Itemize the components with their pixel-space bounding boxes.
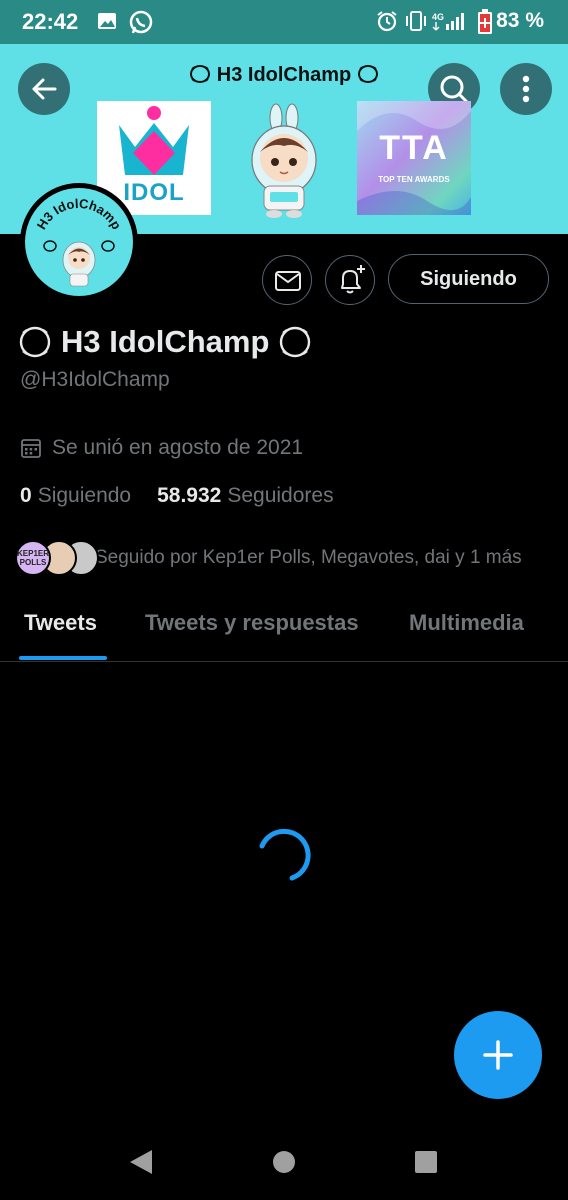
mini-avatar-text: KEP1ER POLLS: [17, 549, 50, 567]
compose-tweet-button[interactable]: [454, 1011, 542, 1099]
mini-avatar: KEP1ER POLLS: [15, 540, 51, 576]
alarm-icon: [377, 11, 397, 32]
crown-icon: [119, 106, 189, 175]
ring-emoji-icon: [189, 65, 210, 83]
followers-stat[interactable]: 58.932 Seguidores: [157, 484, 333, 508]
profile-tabs: Tweets Tweets y respuestas Multimedia: [0, 600, 568, 662]
followed-by-avatars: KEP1ER POLLS: [15, 538, 99, 578]
following-button[interactable]: Siguiendo: [388, 254, 549, 304]
nav-home-icon[interactable]: [270, 1124, 298, 1200]
join-date: Se unió en agosto de 2021: [20, 434, 303, 462]
display-name: H3 IdolChamp: [61, 324, 270, 359]
tab-tweets[interactable]: Tweets: [24, 610, 97, 636]
tta-logo-text: TTA: [379, 129, 449, 167]
display-name-row: H3 IdolChamp: [18, 320, 312, 364]
loading-spinner: [259, 828, 311, 881]
followers-label: Seguidores: [227, 484, 334, 507]
back-button[interactable]: [18, 63, 70, 115]
battery-percentage: 83 %: [496, 9, 544, 32]
plus-icon: [483, 1040, 513, 1070]
tta-logo-tile: TTA TOP TEN AWARDS: [357, 101, 471, 215]
following-stat[interactable]: 0 Siguiendo: [20, 484, 131, 508]
ring-emoji-icon: [19, 326, 51, 358]
more-options-button[interactable]: [500, 63, 552, 115]
battery-icon: [478, 9, 492, 34]
vibrate-icon: [406, 11, 426, 31]
followed-by-row[interactable]: KEP1ER POLLS Seguido por Kep1er Polls, M…: [15, 538, 522, 578]
avatar-illustration: H3 IdolChamp: [34, 196, 125, 287]
more-vertical-icon: [522, 75, 530, 103]
system-navigation-bar: [0, 1124, 568, 1200]
message-button[interactable]: [262, 255, 312, 305]
profile-avatar[interactable]: H3 IdolChamp: [20, 183, 138, 301]
following-count: 0: [20, 484, 32, 507]
avatar-arc-text: H3 IdolChamp: [34, 196, 125, 232]
mascot-illustration: [251, 103, 317, 218]
back-arrow-icon: [32, 78, 57, 100]
calendar-icon: [21, 439, 41, 458]
tab-media[interactable]: Multimedia: [409, 610, 524, 636]
ring-emoji-icon: [280, 326, 311, 358]
nav-recents-icon[interactable]: [412, 1124, 440, 1200]
user-handle: @H3IdolChamp: [20, 368, 170, 391]
nav-back-icon[interactable]: [124, 1124, 158, 1200]
tab-tweets-and-replies[interactable]: Tweets y respuestas: [145, 610, 359, 636]
followed-by-text: Seguido por Kep1er Polls, Megavotes, dai…: [95, 547, 522, 568]
active-tab-indicator: [19, 656, 107, 660]
bell-plus-icon: [341, 265, 365, 294]
followers-count: 58.932: [157, 484, 222, 507]
banner-title: H3 IdolChamp: [0, 64, 568, 87]
following-label: Siguiendo: [37, 484, 132, 507]
follow-stats: 0 Siguiendo 58.932 Seguidores: [20, 484, 360, 508]
envelope-icon: [275, 271, 301, 291]
status-time: 22:42: [22, 9, 79, 34]
join-date-text: Se unió en agosto de 2021: [52, 436, 304, 459]
status-bar: 22:42 4G 83 %: [0, 0, 568, 44]
avatar-image: H3 IdolChamp: [25, 188, 133, 296]
notifications-button[interactable]: [325, 255, 375, 305]
svg-text:4G: 4G: [432, 12, 444, 22]
whatsapp-icon: [129, 10, 153, 34]
ring-emoji-icon: [358, 65, 379, 83]
signal-icon: 4G: [432, 12, 464, 31]
svg-text:H3 IdolChamp: H3 IdolChamp: [34, 196, 125, 232]
tta-logo-subtext: TOP TEN AWARDS: [378, 175, 450, 184]
banner-title-text: H3 IdolChamp: [216, 64, 352, 86]
image-icon: [98, 13, 116, 29]
